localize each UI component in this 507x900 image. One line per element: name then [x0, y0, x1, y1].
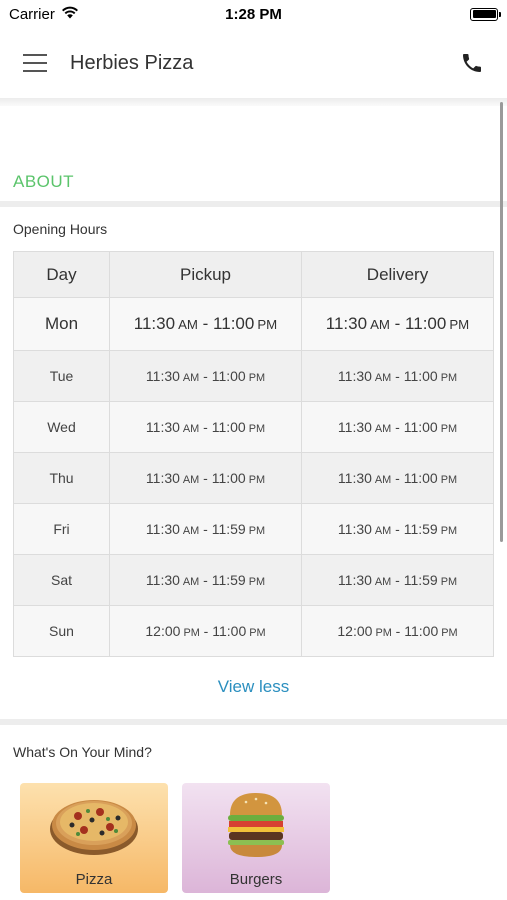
category-label: Pizza	[75, 871, 113, 888]
carrier-label: Carrier	[9, 5, 55, 23]
wifi-icon	[61, 6, 79, 23]
pickup-cell: 11:30 AM - 11:00 PM	[109, 350, 302, 402]
delivery-cell: 12:00 PM - 11:00 PM	[301, 605, 494, 657]
pizza-icon	[20, 789, 168, 859]
opening-hours-table: Day Pickup Delivery Mon 11:30 AM - 11:00 P…	[13, 251, 494, 657]
status-time: 1:28 PM	[225, 5, 282, 23]
pickup-cell: 12:00 PM - 11:00 PM	[109, 605, 302, 657]
about-section: ABOUT	[0, 106, 507, 201]
day-cell: Thu	[13, 452, 110, 504]
day-cell: Tue	[13, 350, 110, 402]
hamburger-menu-icon	[23, 54, 47, 72]
category-cards: Pizza Burgers	[0, 783, 507, 893]
delivery-cell: 11:30 AM - 11:00 PM	[301, 401, 494, 453]
opening-hours-label: Opening Hours	[13, 221, 108, 237]
day-cell: Sat	[13, 554, 110, 606]
status-bar: Carrier 1:28 PM	[0, 0, 507, 28]
status-left: Carrier	[9, 6, 179, 23]
table-row: Sat 11:30 AM - 11:59 PM 11:30 AM - 11:59 PM	[13, 554, 494, 606]
table-row: Sun 12:00 PM - 11:00 PM 12:00 PM - 11:00 PM	[13, 605, 494, 657]
menu-button[interactable]	[0, 28, 70, 98]
column-header-delivery: Delivery	[301, 251, 494, 298]
pickup-cell: 11:30 AM - 11:59 PM	[109, 554, 302, 606]
day-cell: Wed	[13, 401, 110, 453]
table-row: Tue 11:30 AM - 11:00 PM 11:30 AM - 11:00 PM	[13, 350, 494, 402]
scroll-indicator	[500, 102, 503, 542]
pickup-cell: 11:30 AM - 11:00 PM	[109, 401, 302, 453]
day-cell: Mon	[13, 297, 110, 351]
app-title: Herbies Pizza	[70, 51, 194, 74]
day-cell: Fri	[13, 503, 110, 555]
category-label: Burgers	[229, 871, 283, 888]
status-right	[328, 7, 501, 21]
table-header-row: Day Pickup Delivery	[13, 251, 494, 298]
column-header-pickup: Pickup	[109, 251, 302, 298]
about-title: ABOUT	[13, 172, 75, 191]
delivery-cell: 11:30 AM - 11:00 PM	[301, 297, 494, 351]
whats-on-your-mind-label: What's On Your Mind?	[13, 744, 152, 760]
day-cell: Sun	[13, 605, 110, 657]
delivery-cell: 11:30 AM - 11:59 PM	[301, 554, 494, 606]
battery-icon	[470, 7, 501, 21]
category-card-pizza[interactable]: Pizza	[20, 783, 168, 893]
table-row: Fri 11:30 AM - 11:59 PM 11:30 AM - 11:59 PM	[13, 503, 494, 555]
app-header: Herbies Pizza	[0, 28, 507, 98]
table-row: Mon 11:30 AM - 11:00 PM 11:30 AM - 11:00 PM	[13, 297, 494, 351]
delivery-cell: 11:30 AM - 11:59 PM	[301, 503, 494, 555]
pickup-cell: 11:30 AM - 11:00 PM	[109, 452, 302, 504]
phone-icon	[463, 54, 481, 72]
burger-icon	[182, 789, 330, 861]
delivery-cell: 11:30 AM - 11:00 PM	[301, 452, 494, 504]
delivery-cell: 11:30 AM - 11:00 PM	[301, 350, 494, 402]
opening-hours-body: Mon 11:30 AM - 11:00 PM 11:30 AM - 11:00 PM …	[13, 297, 494, 657]
table-row: Thu 11:30 AM - 11:00 PM 11:30 AM - 11:00 PM	[13, 452, 494, 504]
column-header-day: Day	[13, 251, 110, 298]
header-shadow	[0, 98, 507, 106]
call-button[interactable]	[437, 28, 507, 98]
table-row: Wed 11:30 AM - 11:00 PM 11:30 AM - 11:00 PM	[13, 401, 494, 453]
category-card-burgers[interactable]: Burgers	[182, 783, 330, 893]
pickup-cell: 11:30 AM - 11:00 PM	[109, 297, 302, 351]
pickup-cell: 11:30 AM - 11:59 PM	[109, 503, 302, 555]
view-less-link[interactable]: View less	[0, 657, 507, 719]
content-scroll[interactable]: ABOUT Opening Hours Day Pickup Delivery …	[0, 98, 507, 900]
